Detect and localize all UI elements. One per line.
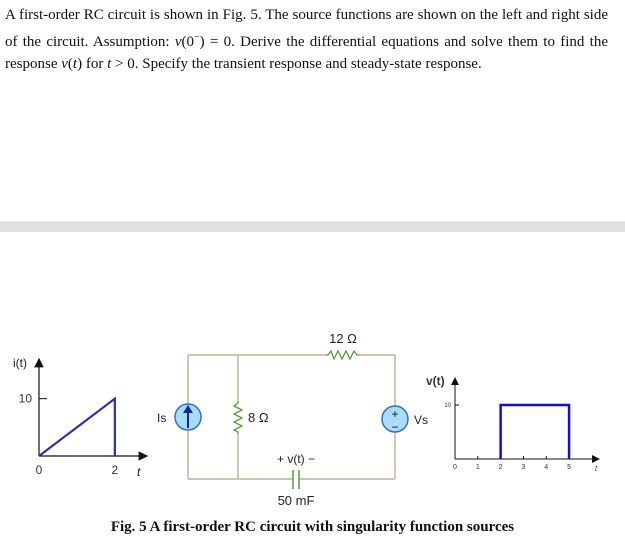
circuit: Is 8 Ω 12 Ω + − Vs + v(t) − 50 mF — [157, 331, 428, 508]
series-line-it — [38, 396, 116, 457]
plus-icon: + — [391, 407, 398, 421]
x-tick-label: 3 — [521, 464, 525, 471]
figure-5: i(t) t 0 210 Is 8 Ω 12 Ω + − Vs + v(t) −… — [13, 331, 600, 508]
x-tick-label: 2 — [499, 464, 503, 471]
i-x-label: t — [137, 465, 141, 479]
x-tick-label: 5 — [567, 464, 571, 471]
y-tick-label: 10 — [444, 403, 451, 409]
chart-i-of-t: i(t) t 0 2 10 — [13, 356, 149, 479]
figure-caption: Fig. 5 A first-order RC circuit with sin… — [110, 519, 515, 535]
voltage-source: + − — [381, 405, 409, 434]
capacitor-voltage-label: + v(t) − — [277, 452, 315, 466]
y-tick-label: 10 — [19, 392, 33, 406]
x-tick-label: 4 — [544, 464, 548, 471]
capacitor-label: 50 mF — [278, 493, 315, 508]
x-tick-label: 2 — [112, 463, 119, 477]
series-line-vt — [499, 403, 571, 459]
voltage-source-label: Vs — [414, 413, 428, 427]
resistor-12-ohm-label: 12 Ω — [329, 331, 357, 346]
x-tick-label: 0 — [453, 464, 457, 471]
v-y-label: v(t) — [426, 374, 445, 388]
x-tick-label: 0 — [36, 463, 43, 477]
v-x-label: t — [595, 464, 598, 473]
resistor-8-ohm — [232, 401, 244, 434]
minus-icon: − — [391, 420, 398, 434]
chart-v-of-t: v(t) t 0 1 2 3 4 5 10 — [426, 374, 600, 473]
resistor-8-ohm-label: 8 Ω — [248, 410, 269, 425]
current-source — [174, 403, 202, 431]
resistor-12-ohm — [326, 349, 360, 361]
current-source-label: Is — [157, 411, 166, 425]
capacitor — [292, 470, 300, 489]
i-y-label: i(t) — [13, 356, 27, 370]
x-tick-label: 1 — [476, 464, 480, 471]
